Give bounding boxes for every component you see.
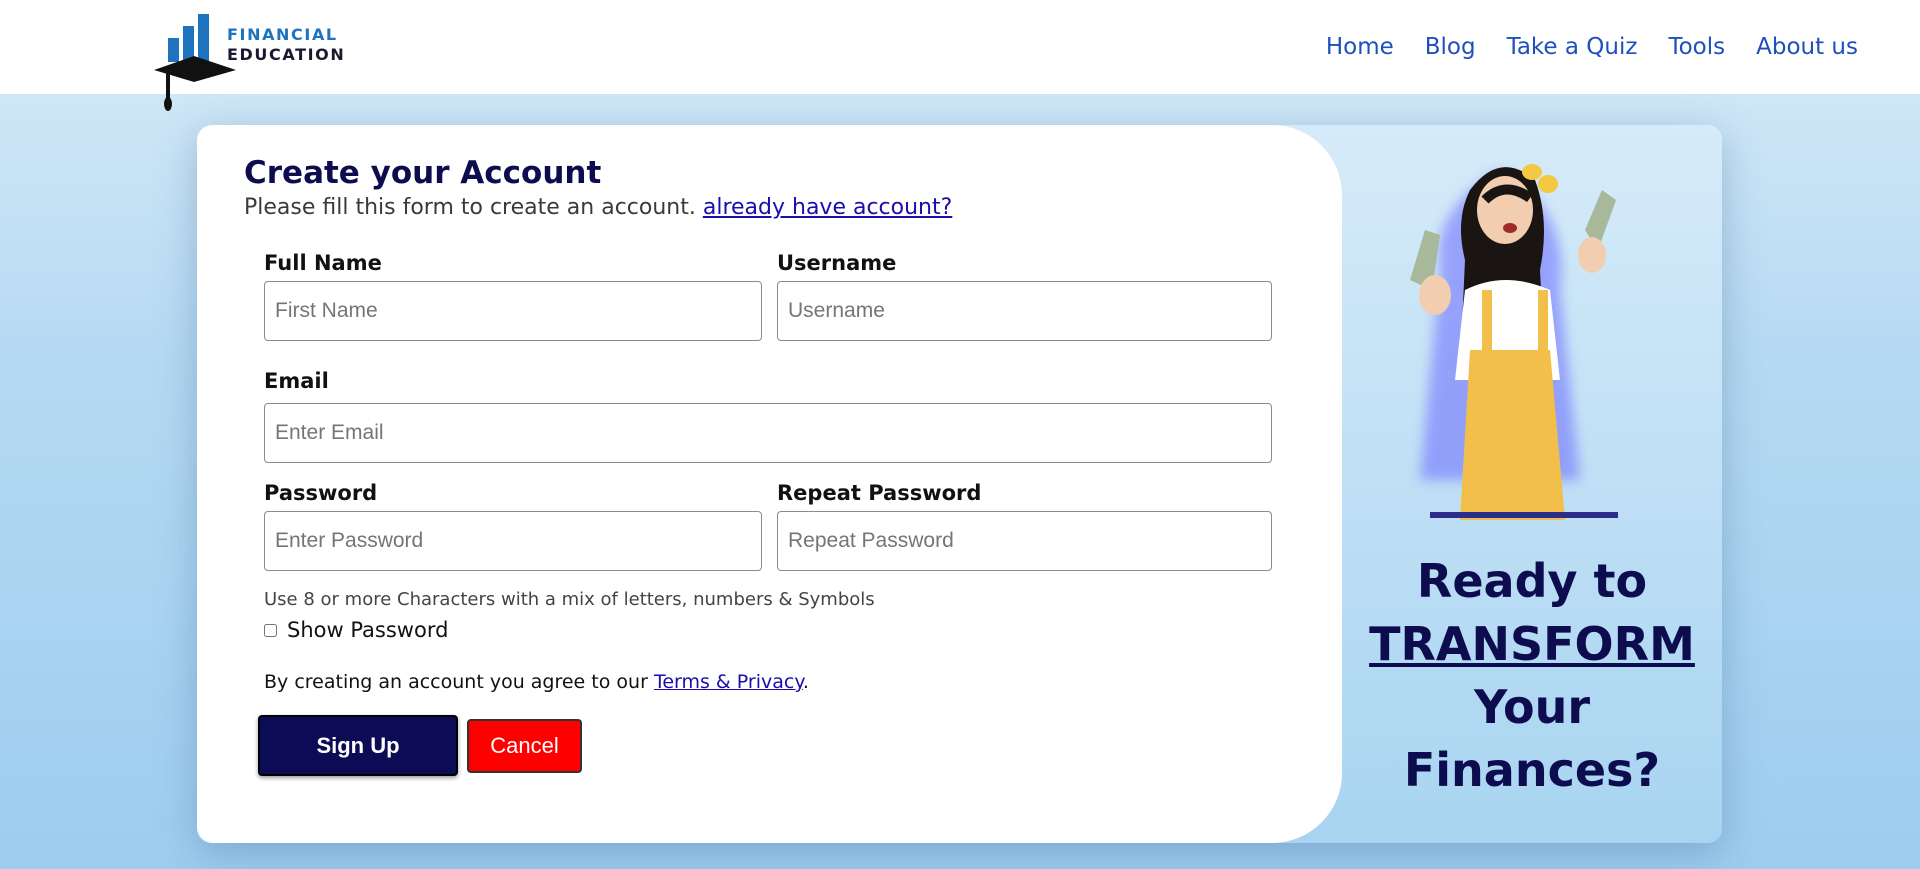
cancel-button[interactable]: Cancel bbox=[467, 719, 582, 773]
page-title: Create your Account bbox=[244, 155, 602, 191]
terms-prefix: By creating an account you agree to our bbox=[264, 671, 648, 693]
brand-name: FINANCIAL EDUCATION bbox=[227, 25, 345, 65]
promo-line-1: Ready to bbox=[1416, 554, 1648, 608]
first-name-input[interactable] bbox=[264, 281, 762, 341]
promo-headline: Ready to TRANSFORM Your Finances? bbox=[1362, 550, 1702, 802]
repeat-password-input[interactable] bbox=[777, 511, 1272, 571]
password-input[interactable] bbox=[264, 511, 762, 571]
main-nav: Home Blog Take a Quiz Tools About us bbox=[1326, 34, 1858, 60]
email-label: Email bbox=[264, 369, 329, 393]
show-password-label: Show Password bbox=[287, 618, 449, 642]
email-input[interactable] bbox=[264, 403, 1272, 463]
terms-link[interactable]: Terms & Privacy bbox=[654, 671, 803, 693]
nav-tools[interactable]: Tools bbox=[1668, 34, 1725, 60]
terms-notice: By creating an account you agree to our … bbox=[264, 671, 809, 693]
nav-take-a-quiz[interactable]: Take a Quiz bbox=[1507, 34, 1638, 60]
signup-form: Create your Account Please fill this for… bbox=[197, 125, 1342, 843]
promo-image-woman-with-money bbox=[1370, 150, 1630, 522]
show-password-checkbox[interactable] bbox=[264, 623, 277, 637]
terms-suffix: . bbox=[802, 671, 809, 693]
sign-up-button[interactable]: Sign Up bbox=[258, 715, 458, 776]
username-label: Username bbox=[777, 251, 897, 275]
show-password-option: Show Password bbox=[264, 618, 448, 642]
brand-line-1: FINANCIAL bbox=[227, 25, 338, 44]
woman-with-money-illustration bbox=[1410, 164, 1618, 520]
password-label: Password bbox=[264, 481, 378, 505]
brand-line-2: EDUCATION bbox=[227, 45, 346, 64]
full-name-label: Full Name bbox=[264, 251, 382, 275]
repeat-password-label: Repeat Password bbox=[777, 481, 982, 505]
promo-line-4: Finances? bbox=[1403, 743, 1661, 797]
nav-blog[interactable]: Blog bbox=[1425, 34, 1476, 60]
promo-line-3: Your bbox=[1473, 680, 1591, 734]
promo-line-2: TRANSFORM bbox=[1369, 617, 1695, 671]
login-link[interactable]: already have account? bbox=[703, 195, 952, 220]
password-hint: Use 8 or more Characters with a mix of l… bbox=[264, 589, 875, 610]
username-input[interactable] bbox=[777, 281, 1272, 341]
form-subtitle: Please fill this form to create an accou… bbox=[244, 195, 952, 220]
site-header: FINANCIAL EDUCATION Home Blog Take a Qui… bbox=[0, 0, 1920, 111]
nav-home[interactable]: Home bbox=[1326, 34, 1394, 60]
nav-about-us[interactable]: About us bbox=[1756, 34, 1858, 60]
subtitle-text: Please fill this form to create an accou… bbox=[244, 195, 696, 220]
